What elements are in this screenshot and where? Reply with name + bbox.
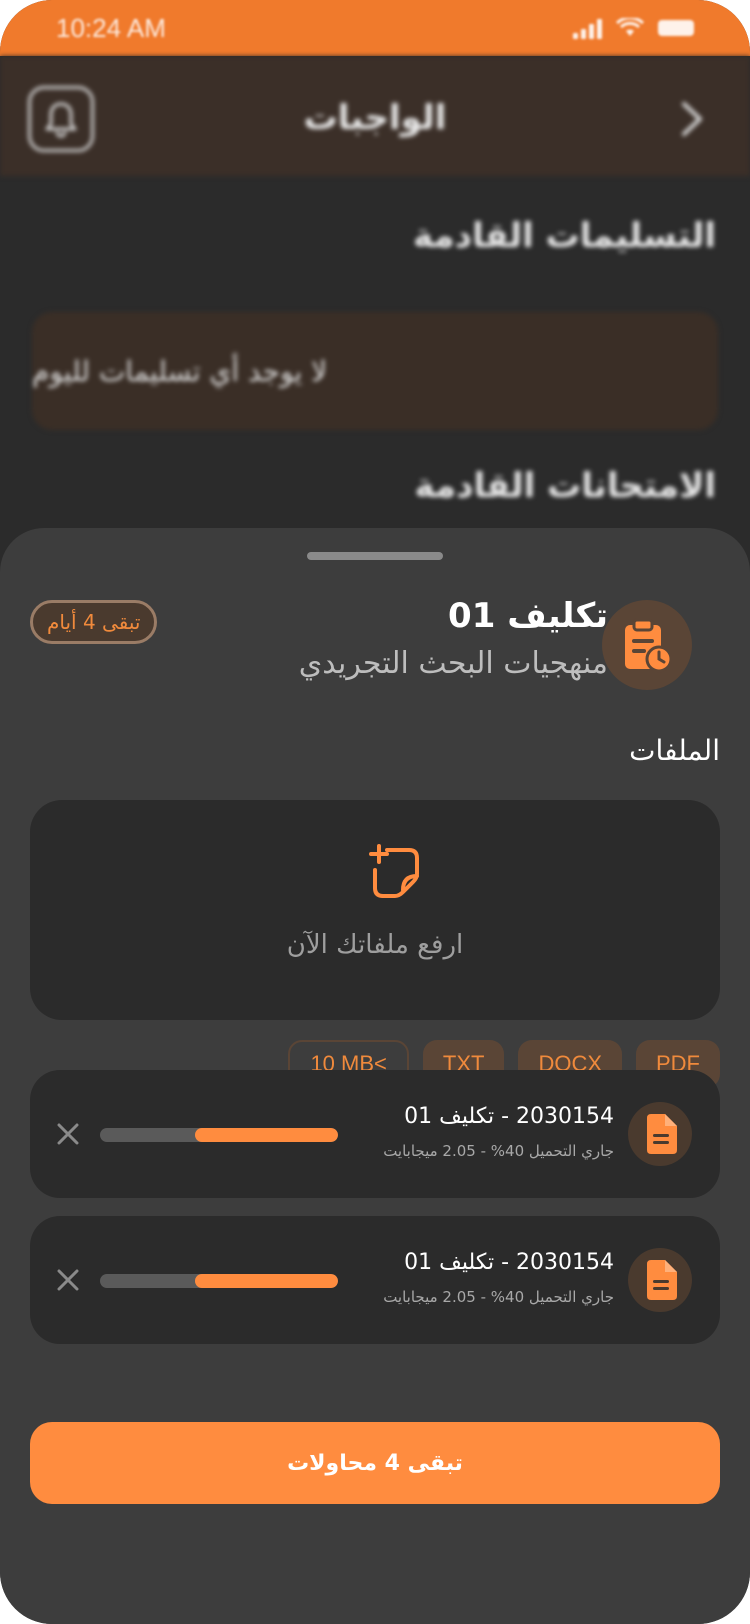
app-header: الواجبات [0,56,750,176]
remove-file-button[interactable] [54,1266,82,1294]
file-name: 2030154 - تكليف 01 [404,1250,614,1275]
phone-screen: 10:24 AM الواجبات التسليمات القادمة لا ي… [0,0,750,1624]
file-item: 2030154 - تكليف 01 جاري التحميل 40% - 2.… [30,1216,720,1344]
upcoming-exams-heading: الامتحانات القادمة [414,466,716,506]
assignment-title: تكليف 01 [448,596,608,636]
upcoming-submissions-heading: التسليمات القادمة [413,216,716,256]
assignment-clock-icon [625,618,673,673]
status-icons [573,17,694,39]
remove-file-button[interactable] [54,1120,82,1148]
bottom-sheet: تكليف 01 منهجيات البحث التجريدي تبقى 4 أ… [0,528,750,1624]
upload-dropzone[interactable]: ارفع ملفاتك الآن [30,800,720,1020]
file-name: 2030154 - تكليف 01 [404,1104,614,1129]
file-item: 2030154 - تكليف 01 جاري التحميل 40% - 2.… [30,1070,720,1198]
document-icon [647,1114,677,1154]
file-icon-badge [628,1248,692,1312]
files-label: الملفات [629,734,720,767]
close-icon [57,1123,79,1145]
upload-progress-bar [100,1128,338,1142]
battery-icon [658,20,694,36]
close-icon [57,1269,79,1291]
chevron-right-icon[interactable] [680,100,704,138]
upload-progress-fill [195,1128,338,1142]
no-submissions-card: لا يوجد أي تسليمات لليوم [32,312,718,430]
file-icon-badge [628,1102,692,1166]
upload-progress-bar [100,1274,338,1288]
upload-progress-fill [195,1274,338,1288]
file-status: جاري التحميل 40% - 2.05 ميجابايت [383,1142,614,1160]
status-bar: 10:24 AM [0,0,750,56]
assignment-icon-badge [602,600,692,690]
course-name: منهجيات البحث التجريدي [298,646,608,681]
days-left-badge: تبقى 4 أيام [30,600,158,644]
wifi-icon [616,18,644,36]
page-title: الواجبات [303,98,447,138]
sheet-drag-handle[interactable] [307,552,443,560]
attempts-button[interactable]: تبقى 4 محاولات [30,1422,720,1504]
file-status: جاري التحميل 40% - 2.05 ميجابايت [383,1288,614,1306]
upload-text: ارفع ملفاتك الآن [286,930,464,960]
signal-icon [573,17,602,39]
document-icon [647,1260,677,1300]
file-add-icon [369,844,419,898]
status-time: 10:24 AM [56,12,166,43]
